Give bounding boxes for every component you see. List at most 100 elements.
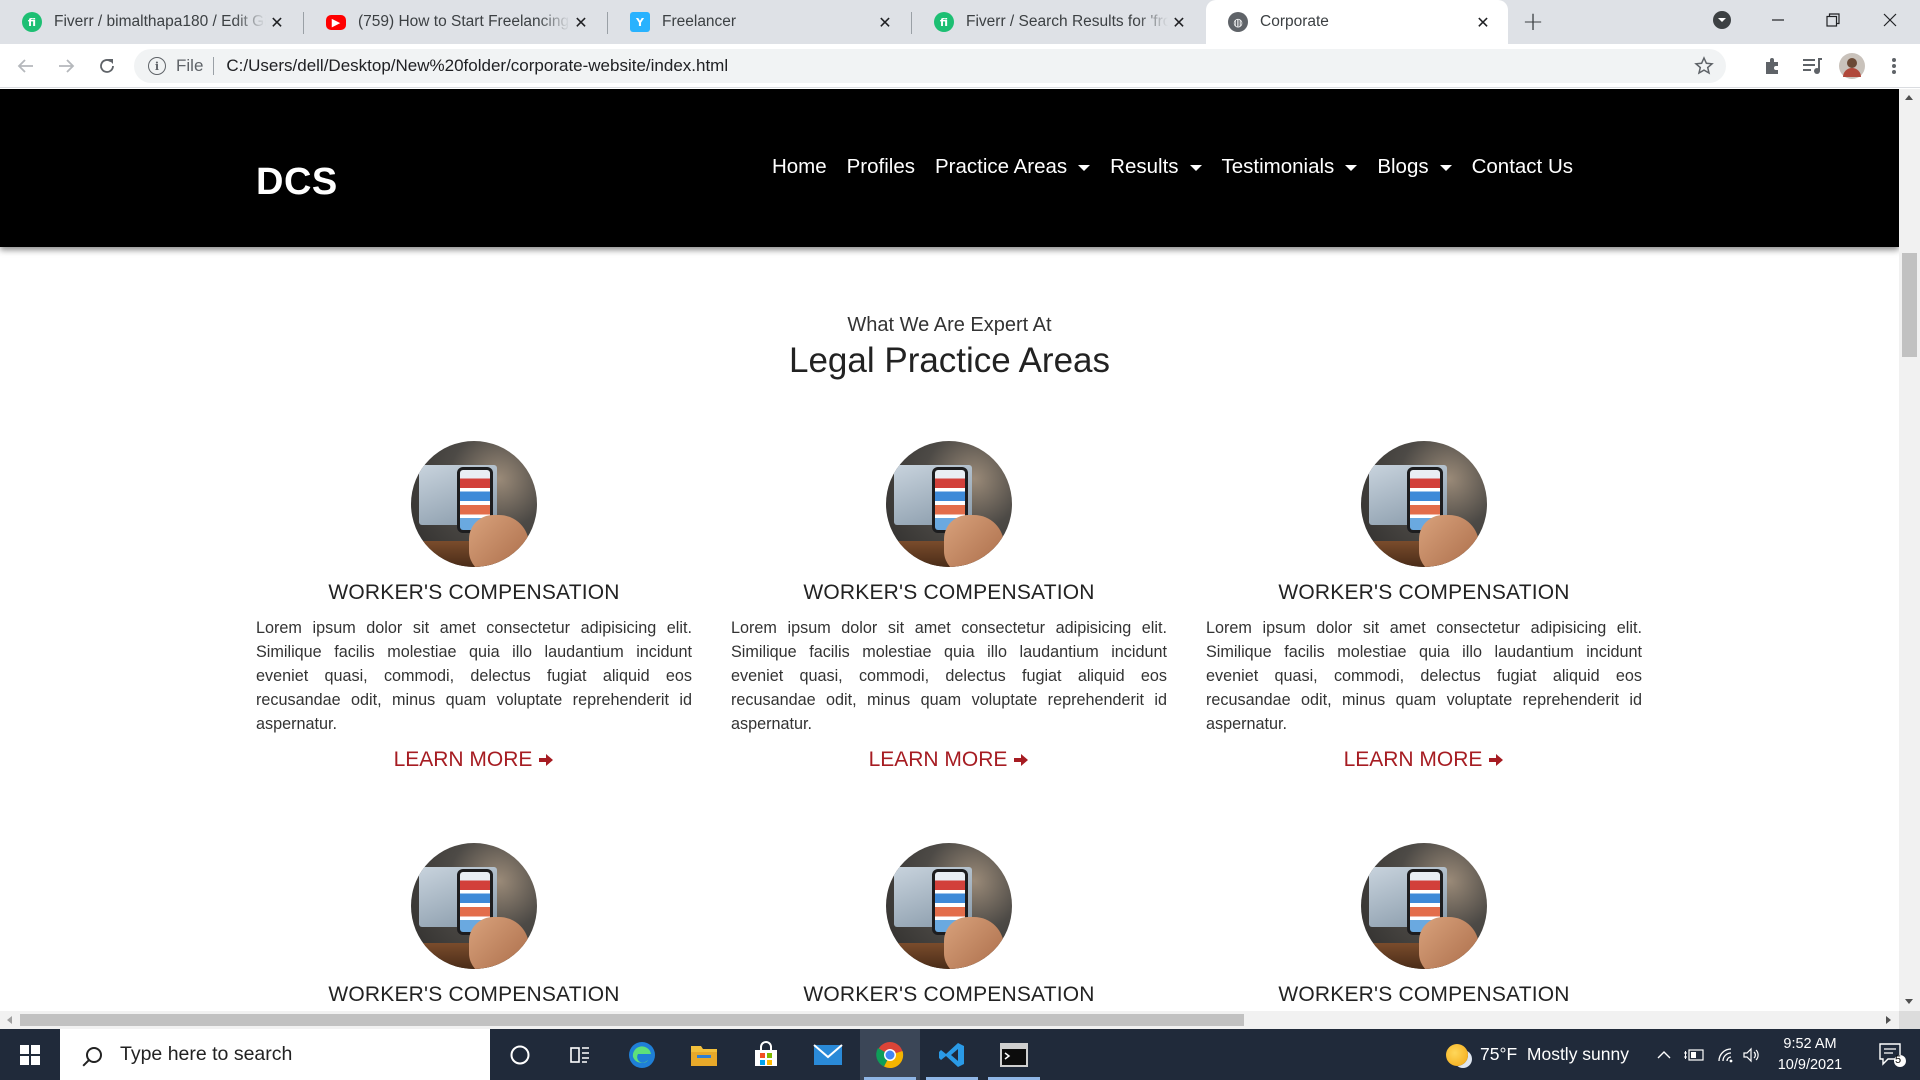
arrow-left-icon (17, 59, 33, 73)
windows-taskbar: Type here to search 75°F Mostly sunny 9:… (0, 1029, 1920, 1080)
battery-icon[interactable] (1680, 1029, 1708, 1080)
scroll-right-icon[interactable] (1886, 1016, 1891, 1024)
card-title: WORKER'S COMPENSATION (1278, 983, 1570, 1006)
site-navbar: DCS Home Profiles Practice Areas Results… (0, 89, 1899, 247)
notification-count: 5 (1895, 1054, 1902, 1066)
section-subtitle: What We Are Expert At (847, 314, 1052, 336)
scroll-up-icon[interactable] (1905, 95, 1913, 100)
new-tab-button[interactable]: + (1518, 7, 1548, 37)
wifi-icon[interactable] (1712, 1029, 1738, 1080)
tab-title: Corporate (1260, 13, 1329, 30)
caret-down-icon (1078, 165, 1091, 171)
practice-card: WORKER'S COMPENSATION (1206, 843, 1642, 1007)
scrollbar-thumb[interactable] (1902, 253, 1917, 357)
notification-center-button[interactable]: 5 (1864, 1029, 1920, 1080)
taskbar-search-box[interactable]: Type here to search (60, 1029, 490, 1080)
reload-button[interactable] (91, 50, 123, 82)
address-bar[interactable]: i File C:/Users/dell/Desktop/New%20folde… (134, 49, 1726, 83)
tab-fiverr-edit-gig[interactable]: fi Fiverr / bimalthapa180 / Edit Gig ✕ (0, 0, 302, 44)
card-title: WORKER'S COMPENSATION (328, 983, 620, 1006)
mail-icon[interactable] (798, 1029, 858, 1080)
learn-more-label: LEARN MORE (1343, 748, 1483, 771)
close-icon[interactable]: ✕ (1472, 11, 1494, 33)
kebab-menu-icon[interactable] (1880, 52, 1908, 80)
nav-label: Contact Us (1471, 155, 1573, 178)
star-icon[interactable] (1694, 56, 1714, 81)
caret-down-icon (1345, 165, 1358, 171)
chrome-icon[interactable] (860, 1029, 920, 1080)
learn-more-label: LEARN MORE (393, 748, 533, 771)
caret-down-icon (1189, 165, 1202, 171)
close-icon[interactable]: ✕ (266, 11, 288, 33)
page-viewport: DCS Home Profiles Practice Areas Results… (0, 89, 1899, 1011)
forward-button[interactable] (50, 50, 82, 82)
address-divider (213, 57, 215, 75)
vertical-scrollbar[interactable] (1899, 89, 1920, 1011)
tab-fiverr-search[interactable]: fi Fiverr / Search Results for 'front e … (912, 0, 1204, 44)
scrollbar-thumb[interactable] (20, 1014, 1244, 1026)
info-icon[interactable]: i (148, 57, 166, 75)
scroll-down-icon[interactable] (1905, 999, 1913, 1004)
weather-widget[interactable]: 75°F Mostly sunny (1446, 1029, 1629, 1080)
tab-search-button[interactable] (1696, 0, 1748, 40)
learn-more-link[interactable]: LEARN MORE (869, 748, 1030, 772)
minimize-button[interactable] (1752, 0, 1804, 40)
tab-youtube[interactable]: ▶ (759) How to Start Freelancing In ✕ (304, 0, 606, 44)
globe-icon: ◍ (1228, 12, 1248, 32)
close-icon[interactable]: ✕ (1168, 11, 1190, 33)
search-icon (86, 1046, 102, 1063)
tab-title: Fiverr / Search Results for 'front e (966, 13, 1168, 30)
practice-card: WORKER'S COMPENSATION (256, 843, 692, 1007)
avatar[interactable] (1838, 52, 1866, 80)
file-explorer-icon[interactable] (674, 1029, 734, 1080)
nav-label: Testimonials (1221, 155, 1335, 178)
nav-home[interactable]: Home (772, 155, 827, 179)
media-control-icon[interactable] (1798, 52, 1826, 80)
close-icon[interactable]: ✕ (570, 11, 592, 33)
nav-label: Home (771, 155, 827, 178)
nav-blogs[interactable]: Blogs (1377, 155, 1452, 179)
system-clock[interactable]: 9:52 AM 10/9/2021 (1760, 1034, 1860, 1076)
nav-practice-areas[interactable]: Practice Areas (935, 155, 1091, 179)
cortana-icon[interactable] (490, 1029, 550, 1080)
nav-results[interactable]: Results (1110, 155, 1202, 179)
learn-more-link[interactable]: LEARN MORE (394, 748, 555, 772)
terminal-icon[interactable] (984, 1029, 1044, 1080)
notification-icon (1879, 1042, 1906, 1067)
arrow-right-icon (1014, 754, 1029, 766)
section-title: Legal Practice Areas (788, 341, 1110, 380)
site-menu: Home Profiles Practice Areas Results Tes… (772, 155, 1573, 179)
phone-photo-image (886, 843, 1012, 969)
learn-more-link[interactable]: LEARN MORE (1344, 748, 1505, 772)
store-icon[interactable] (736, 1029, 796, 1080)
tab-title: (759) How to Start Freelancing In (358, 13, 570, 30)
site-brand[interactable]: DCS (256, 161, 338, 204)
reload-icon (100, 59, 114, 73)
extensions-icon[interactable] (1758, 52, 1786, 80)
edge-icon[interactable] (612, 1029, 672, 1080)
scroll-left-icon[interactable] (7, 1016, 12, 1024)
close-window-button[interactable] (1864, 0, 1916, 40)
chevron-up-icon[interactable] (1652, 1029, 1676, 1080)
back-button[interactable] (10, 50, 42, 82)
start-button[interactable] (0, 1029, 60, 1080)
tab-title: Fiverr / bimalthapa180 / Edit Gig (54, 13, 266, 30)
phone-photo-image (886, 441, 1012, 567)
minimize-icon (1772, 19, 1784, 21)
close-icon[interactable]: ✕ (874, 11, 896, 33)
horizontal-scrollbar[interactable] (0, 1011, 1899, 1029)
nav-contact-us[interactable]: Contact Us (1472, 155, 1573, 179)
nav-profiles[interactable]: Profiles (847, 155, 915, 179)
clock-date: 10/9/2021 (1777, 1057, 1843, 1073)
fiverr-icon: fi (22, 12, 42, 32)
restore-button[interactable] (1807, 0, 1859, 40)
tab-corporate[interactable]: ◍ Corporate ✕ (1206, 0, 1508, 44)
windows-logo-icon (20, 1044, 40, 1065)
nav-testimonials[interactable]: Testimonials (1222, 155, 1358, 179)
tab-freelancer[interactable]: Y Freelancer ✕ (608, 0, 910, 44)
card-title: WORKER'S COMPENSATION (803, 983, 1095, 1006)
learn-more-label: LEARN MORE (868, 748, 1008, 771)
task-view-icon[interactable] (550, 1029, 610, 1080)
vscode-icon[interactable] (922, 1029, 982, 1080)
card-title: WORKER'S COMPENSATION (1278, 581, 1570, 604)
